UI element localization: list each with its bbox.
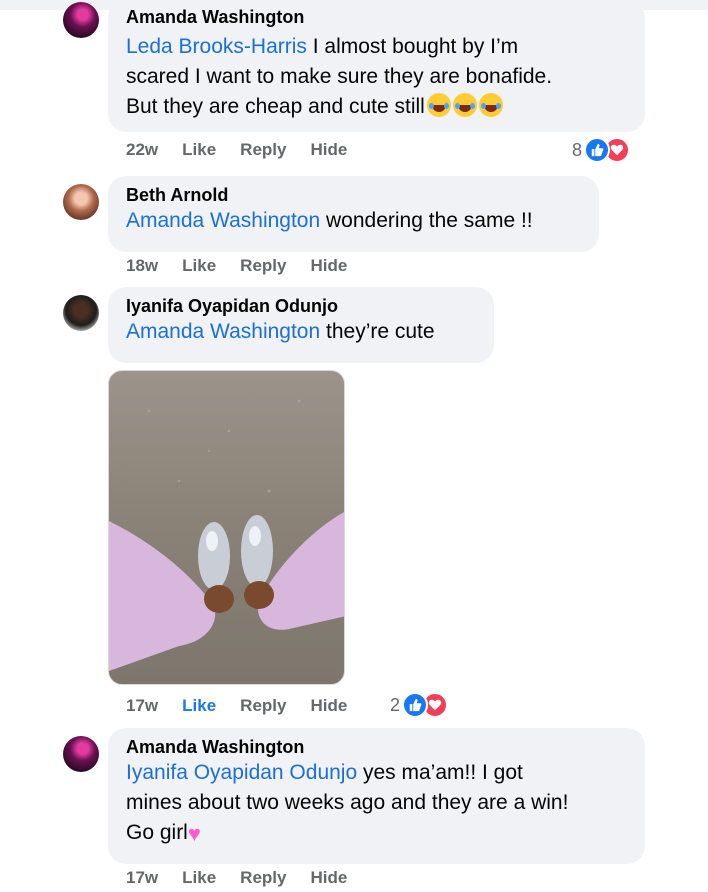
comment-text: Leda Brooks-Harris I almost bought by I’… xyxy=(126,35,553,118)
reaction-count: 2 xyxy=(390,694,401,715)
comment-actions: 17w Like Reply Hide xyxy=(126,868,371,888)
timestamp[interactable]: 18w xyxy=(126,256,158,276)
comment-photo[interactable] xyxy=(108,370,345,685)
avatar[interactable] xyxy=(63,295,99,331)
laughing-emoji-icon xyxy=(452,93,477,117)
comment-bubble: Beth Arnold Amanda Washington wondering … xyxy=(108,176,599,252)
mention-link[interactable]: Iyanifa Oyapidan Odunjo xyxy=(126,761,357,784)
mention-link[interactable]: Amanda Washington xyxy=(126,209,320,232)
comment-author[interactable]: Amanda Washington xyxy=(126,6,627,28)
comment-text: Amanda Washington wondering the same !! xyxy=(126,209,533,232)
timestamp[interactable]: 17w xyxy=(126,868,158,888)
comment-bubble: Iyanifa Oyapidan Odunjo Amanda Washingto… xyxy=(108,287,494,363)
like-reaction-icon xyxy=(402,692,429,718)
like-button[interactable]: Like xyxy=(182,140,216,160)
reply-button[interactable]: Reply xyxy=(240,868,286,888)
comment-author[interactable]: Iyanifa Oyapidan Odunjo xyxy=(126,295,476,317)
avatar[interactable] xyxy=(63,736,99,772)
comment-author[interactable]: Beth Arnold xyxy=(126,184,581,206)
sneakers-photo-illustration xyxy=(109,399,344,671)
like-button[interactable]: Like xyxy=(182,256,216,276)
reply-button[interactable]: Reply xyxy=(240,140,286,160)
reply-button[interactable]: Reply xyxy=(240,696,286,716)
comment-text: Amanda Washington they’re cute xyxy=(126,320,435,343)
like-button[interactable]: Like xyxy=(182,696,216,716)
hide-button[interactable]: Hide xyxy=(310,868,347,888)
mention-link[interactable]: Amanda Washington xyxy=(126,320,320,343)
hide-button[interactable]: Hide xyxy=(310,140,347,160)
comment-author[interactable]: Amanda Washington xyxy=(126,736,627,758)
reply-button[interactable]: Reply xyxy=(240,256,286,276)
hide-button[interactable]: Hide xyxy=(310,256,347,276)
comment-bubble: Amanda Washington Leda Brooks-Harris I a… xyxy=(108,0,645,132)
like-button[interactable]: Like xyxy=(182,868,216,888)
mention-link[interactable]: Leda Brooks-Harris xyxy=(126,35,307,58)
avatar[interactable] xyxy=(63,2,99,38)
like-reaction-icon xyxy=(584,137,611,163)
timestamp[interactable]: 17w xyxy=(126,696,158,716)
laughing-emoji-icon xyxy=(478,93,503,117)
avatar[interactable] xyxy=(63,184,99,220)
reaction-summary[interactable]: 2 xyxy=(390,692,449,718)
hide-button[interactable]: Hide xyxy=(310,696,347,716)
timestamp[interactable]: 22w xyxy=(126,140,158,160)
comment-actions: 22w Like Reply Hide xyxy=(126,140,371,160)
comment-actions: 17w Like Reply Hide xyxy=(126,696,371,716)
comment-text: Iyanifa Oyapidan Odunjo yes ma’am!! I go… xyxy=(126,758,627,849)
reaction-summary[interactable]: 8 xyxy=(572,137,631,163)
comment-bubble: Amanda Washington Iyanifa Oyapidan Odunj… xyxy=(108,728,645,864)
comment-actions: 18w Like Reply Hide xyxy=(126,256,371,276)
reaction-count: 8 xyxy=(572,139,583,160)
laughing-emoji-icon xyxy=(426,93,451,117)
pink-heart-emoji-icon: ♥ xyxy=(187,821,201,846)
